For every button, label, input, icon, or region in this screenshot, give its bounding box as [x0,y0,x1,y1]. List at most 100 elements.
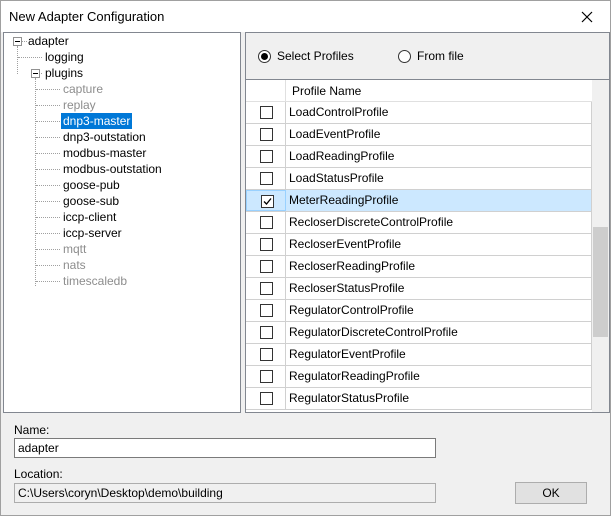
grid-header: Profile Name [246,80,592,102]
tree-node-plugin[interactable]: dnp3-master [61,113,133,129]
ok-button[interactable]: OK [515,482,587,504]
profile-checkbox-cell[interactable] [246,366,286,387]
radio-checked-icon [258,49,271,63]
title-bar: New Adapter Configuration [1,1,610,32]
grid-rows: LoadControlProfile LoadEventProfile LoadRe… [246,102,592,410]
profile-checkbox-cell[interactable] [246,102,286,123]
tree-node-logging[interactable]: logging [43,49,86,65]
tree-node-plugin[interactable]: modbus-outstation [61,161,164,177]
tree-node-plugin[interactable]: capture [61,81,105,97]
profile-row[interactable]: LoadReadingProfile [246,146,592,168]
profile-name-cell[interactable]: RegulatorEventProfile [286,344,592,365]
profile-row[interactable]: MeterReadingProfile [246,190,592,212]
tree-node-plugin[interactable]: goose-pub [61,177,122,193]
profile-checkbox-cell[interactable] [246,168,286,189]
profile-name-cell[interactable]: RecloserReadingProfile [286,256,592,277]
checkbox-unchecked[interactable] [260,106,273,119]
profile-checkbox-cell[interactable] [246,322,286,343]
checkbox-unchecked[interactable] [260,304,273,317]
adapter-expander-icon[interactable] [13,37,22,46]
from-file-radio[interactable]: From file [398,49,464,63]
name-label: Name: [14,423,50,437]
adapter-tree[interactable]: adapter logging plugins capture replay dnp… [3,32,241,413]
grid-vertical-scrollbar[interactable] [592,80,609,412]
checkbox-unchecked[interactable] [260,326,273,339]
tree-node-plugin[interactable]: iccp-server [61,225,124,241]
radio-unchecked-icon [398,49,411,63]
profile-checkbox-cell[interactable] [246,278,286,299]
profile-checkbox-cell[interactable] [246,146,286,167]
profile-row[interactable]: RegulatorDiscreteControlProfile [246,322,592,344]
profile-row[interactable]: RecloserEventProfile [246,234,592,256]
profile-name-cell[interactable]: RegulatorControlProfile [286,300,592,321]
profile-checkbox-cell[interactable] [246,300,286,321]
profile-name-cell[interactable]: LoadEventProfile [286,124,592,145]
scrollbar-thumb[interactable] [593,227,608,337]
profile-row[interactable]: LoadEventProfile [246,124,592,146]
profile-checkbox-cell[interactable] [246,234,286,255]
tree-node-plugin[interactable]: timescaledb [61,273,129,289]
checkbox-column-header[interactable] [246,80,286,102]
select-profiles-label: Select Profiles [277,49,354,63]
profile-row[interactable]: RecloserDiscreteControlProfile [246,212,592,234]
checkmark-icon [263,198,272,205]
dialog-window: New Adapter Configuration adapter loggin… [0,0,611,516]
profile-name-cell[interactable]: RegulatorReadingProfile [286,366,592,387]
tree-node-plugin[interactable]: nats [61,257,88,273]
tree-node-plugin[interactable]: mqtt [61,241,88,257]
checkbox-checked[interactable] [261,195,274,208]
checkbox-unchecked[interactable] [260,392,273,405]
checkbox-unchecked[interactable] [260,348,273,361]
profile-name-cell[interactable]: RecloserEventProfile [286,234,592,255]
profile-row[interactable]: RecloserStatusProfile [246,278,592,300]
profile-row[interactable]: RegulatorControlProfile [246,300,592,322]
checkbox-unchecked[interactable] [260,370,273,383]
tree-node-plugin[interactable]: iccp-client [61,209,118,225]
profile-name-cell[interactable]: MeterReadingProfile [286,190,592,211]
profile-name-cell[interactable]: RecloserDiscreteControlProfile [286,212,592,233]
profile-source-options: Select Profiles From file [246,33,609,79]
profile-checkbox-cell[interactable] [246,190,286,211]
close-button[interactable] [564,1,610,32]
profile-name-column-header[interactable]: Profile Name [292,84,361,98]
profile-checkbox-cell[interactable] [246,344,286,365]
checkbox-unchecked[interactable] [260,238,273,251]
checkbox-unchecked[interactable] [260,216,273,229]
checkbox-unchecked[interactable] [260,128,273,141]
name-input[interactable]: adapter [14,438,436,458]
profile-name-cell[interactable]: RecloserStatusProfile [286,278,592,299]
checkbox-unchecked[interactable] [260,260,273,273]
profile-row[interactable]: LoadControlProfile [246,102,592,124]
tree-node-plugin[interactable]: replay [61,97,98,113]
profiles-grid[interactable]: Profile Name LoadControlProfile LoadEvent… [246,79,609,412]
from-file-label: From file [417,49,464,63]
profile-row[interactable]: RegulatorReadingProfile [246,366,592,388]
profile-row[interactable]: RegulatorEventProfile [246,344,592,366]
profile-checkbox-cell[interactable] [246,124,286,145]
profile-name-cell[interactable]: RegulatorDiscreteControlProfile [286,322,592,343]
profile-row[interactable]: LoadStatusProfile [246,168,592,190]
checkbox-unchecked[interactable] [260,172,273,185]
close-icon [581,11,593,22]
profile-checkbox-cell[interactable] [246,388,286,409]
select-profiles-radio[interactable]: Select Profiles [258,49,354,63]
location-label: Location: [14,467,63,481]
location-field[interactable]: C:\Users\coryn\Desktop\demo\building [14,483,436,503]
tree-node-plugin[interactable]: modbus-master [61,145,148,161]
profile-name-cell[interactable]: RegulatorStatusProfile [286,388,592,409]
checkbox-unchecked[interactable] [260,282,273,295]
profile-checkbox-cell[interactable] [246,256,286,277]
tree-node-plugin[interactable]: dnp3-outstation [61,129,148,145]
profile-checkbox-cell[interactable] [246,212,286,233]
plugins-expander-icon[interactable] [31,69,40,78]
profile-name-cell[interactable]: LoadReadingProfile [286,146,592,167]
profile-row[interactable]: RecloserReadingProfile [246,256,592,278]
tree-node-plugin[interactable]: goose-sub [61,193,121,209]
profile-name-cell[interactable]: LoadStatusProfile [286,168,592,189]
tree-node-adapter[interactable]: adapter [26,33,71,49]
profile-row[interactable]: RegulatorStatusProfile [246,388,592,410]
profile-name-cell[interactable]: LoadControlProfile [286,102,592,123]
tree-node-plugins[interactable]: plugins [43,65,85,81]
checkbox-unchecked[interactable] [260,150,273,163]
window-title: New Adapter Configuration [9,9,165,24]
